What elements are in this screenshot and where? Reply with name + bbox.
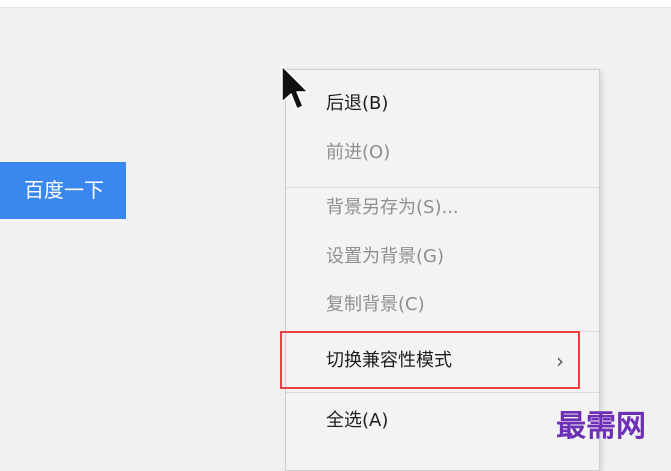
menu-item-save-background-as-label: 背景另存为(S)... (326, 197, 459, 218)
highlight-box (280, 331, 580, 389)
context-menu: 后退(B) 前进(O) 背景另存为(S)... 设置为背景(G) 复制背景(C)… (285, 69, 600, 471)
menu-item-select-all-label: 全选(A) (326, 410, 389, 431)
menu-item-forward: 前进(O) (286, 133, 599, 173)
top-strip (0, 0, 671, 8)
menu-item-set-as-background: 设置为背景(G) (286, 237, 599, 277)
menu-item-set-as-background-label: 设置为背景(G) (326, 246, 444, 267)
menu-item-copy-background-label: 复制背景(C) (326, 294, 425, 315)
menu-item-back-label: 后退(B) (326, 93, 389, 114)
menu-item-save-background-as: 背景另存为(S)... (286, 188, 599, 228)
menu-separator (286, 392, 599, 393)
mouse-pointer-icon (281, 65, 309, 110)
menu-item-back[interactable]: 后退(B) (286, 84, 599, 124)
watermark-text: 最需网 (556, 409, 646, 444)
menu-item-copy-background: 复制背景(C) (286, 285, 599, 325)
baidu-search-button[interactable]: 百度一下 (0, 162, 126, 219)
menu-item-forward-label: 前进(O) (326, 142, 391, 163)
menu-item-select-all[interactable]: 全选(A) (286, 401, 599, 441)
